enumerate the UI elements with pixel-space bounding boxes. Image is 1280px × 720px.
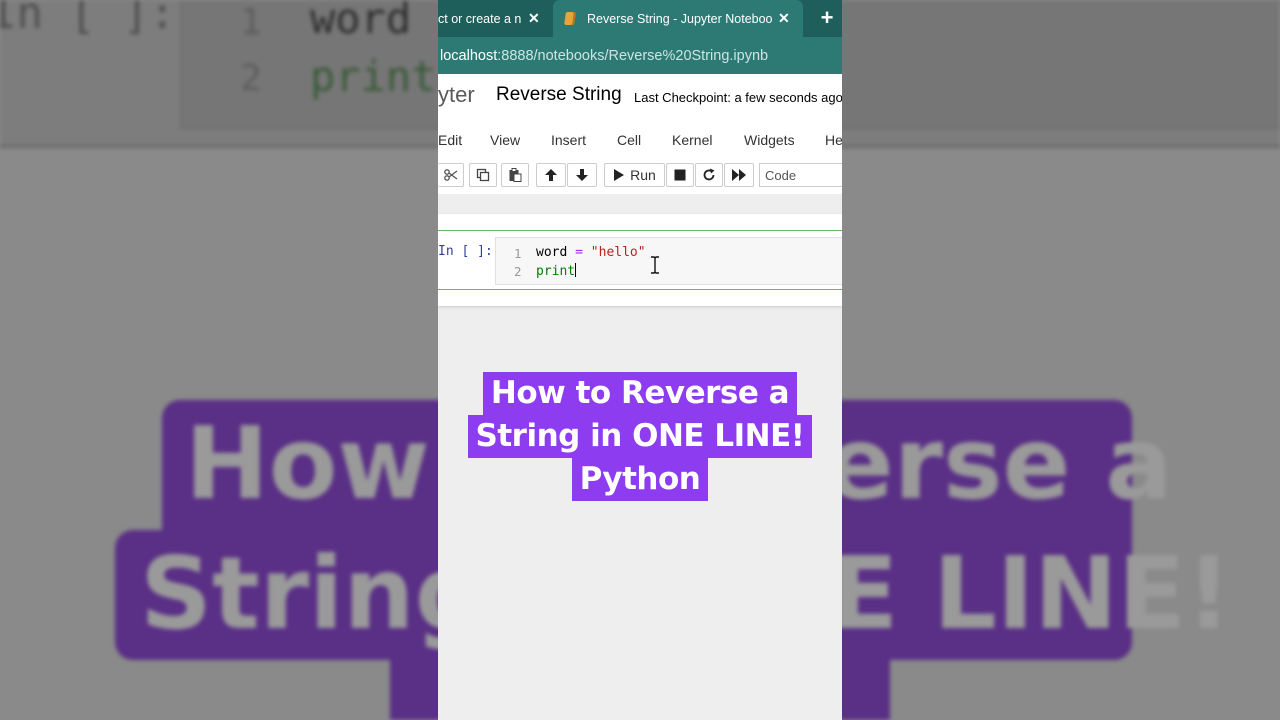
- run-label: Run: [630, 167, 656, 183]
- bg-prompt: In [ ]:: [0, 0, 176, 39]
- arrow-up-icon: [545, 169, 557, 181]
- notebook-icon: [564, 12, 576, 25]
- arrow-down-icon: [576, 169, 588, 181]
- menu-view[interactable]: View: [490, 132, 520, 148]
- menu-help[interactable]: Help: [825, 132, 842, 148]
- menu-insert[interactable]: Insert: [551, 132, 586, 148]
- jupyter-header: yter Reverse String Last Checkpoint: a f…: [438, 74, 842, 122]
- code-line-2: print: [536, 263, 577, 279]
- new-tab-button[interactable]: +: [815, 6, 839, 30]
- run-button[interactable]: Run: [604, 163, 665, 187]
- code-operator: =: [567, 245, 591, 260]
- menu-bar: Edit View Insert Cell Kernel Widgets Hel…: [438, 122, 842, 159]
- browser-tab-active[interactable]: Reverse String - Jupyter Notebook ✕: [553, 0, 803, 37]
- fast-forward-icon: [731, 169, 746, 181]
- bg-code-line: word: [310, 0, 412, 43]
- refresh-icon: [703, 168, 715, 181]
- bg-line-number: 2: [240, 58, 262, 99]
- code-string: "hello": [590, 245, 646, 260]
- notebook-container: In [ ]: 1 2 word = "hello" print: [438, 214, 842, 306]
- menu-edit[interactable]: Edit: [438, 132, 462, 148]
- tab-title: Reverse String - Jupyter Notebook: [587, 11, 772, 26]
- notebook-title[interactable]: Reverse String: [496, 84, 622, 106]
- tab-title: ct or create a n: [438, 11, 522, 26]
- url-path: :8888/notebooks/Reverse%20String.ipynb: [497, 47, 769, 64]
- address-bar[interactable]: localhost:8888/notebooks/Reverse%20Strin…: [438, 37, 842, 74]
- code-editor[interactable]: 1 2 word = "hello" print: [495, 237, 842, 285]
- cell-prompt: In [ ]:: [438, 244, 493, 259]
- screen-frame: ct or create a n ✕ Reverse String - Jupy…: [438, 0, 842, 720]
- notebook-background: [438, 194, 842, 214]
- browser-tab[interactable]: ct or create a n ✕: [438, 0, 553, 37]
- browser-tab-bar: ct or create a n ✕ Reverse String - Jupy…: [438, 0, 842, 37]
- jupyter-logo[interactable]: yter: [438, 82, 475, 108]
- text-cursor: [575, 263, 577, 277]
- ibeam-cursor-icon: [651, 256, 659, 274]
- menu-kernel[interactable]: Kernel: [672, 132, 712, 148]
- overlay-line: String in ONE LINE!: [467, 415, 813, 458]
- scissors-icon: [443, 169, 457, 181]
- code-line-1: word = "hello": [536, 245, 646, 260]
- move-down-button[interactable]: [567, 163, 597, 187]
- line-number: 1: [514, 246, 522, 261]
- title-overlay: How to Reverse a String in ONE LINE! Pyt…: [438, 372, 842, 501]
- cell-type-select[interactable]: Code: [759, 163, 842, 187]
- bg-code-line: print: [310, 52, 437, 101]
- play-icon: [614, 169, 625, 181]
- close-icon[interactable]: ✕: [778, 10, 790, 27]
- code-variable: word: [536, 245, 568, 260]
- code-builtin: print: [536, 264, 576, 279]
- menu-cell[interactable]: Cell: [617, 132, 641, 148]
- restart-run-all-button[interactable]: [724, 163, 754, 187]
- interrupt-button[interactable]: [666, 163, 694, 187]
- stop-icon: [674, 169, 686, 181]
- copy-icon: [476, 168, 490, 182]
- restart-button[interactable]: [695, 163, 723, 187]
- move-up-button[interactable]: [536, 163, 566, 187]
- overlay-line: Python: [571, 458, 709, 501]
- menu-widgets[interactable]: Widgets: [744, 132, 795, 148]
- notebook-toolbar: Run Code: [438, 158, 842, 194]
- selected-cell[interactable]: In [ ]: 1 2 word = "hello" print: [438, 230, 842, 290]
- cut-button[interactable]: [438, 163, 464, 187]
- url-host: localhost: [440, 47, 498, 64]
- paste-button[interactable]: [501, 163, 529, 187]
- line-number: 2: [514, 264, 522, 279]
- paste-icon: [509, 168, 522, 182]
- bg-line-number: 1: [240, 2, 262, 43]
- close-icon[interactable]: ✕: [528, 10, 540, 27]
- checkpoint-status: Last Checkpoint: a few seconds ago: [634, 90, 842, 105]
- copy-button[interactable]: [469, 163, 497, 187]
- overlay-line: How to Reverse a: [482, 372, 798, 415]
